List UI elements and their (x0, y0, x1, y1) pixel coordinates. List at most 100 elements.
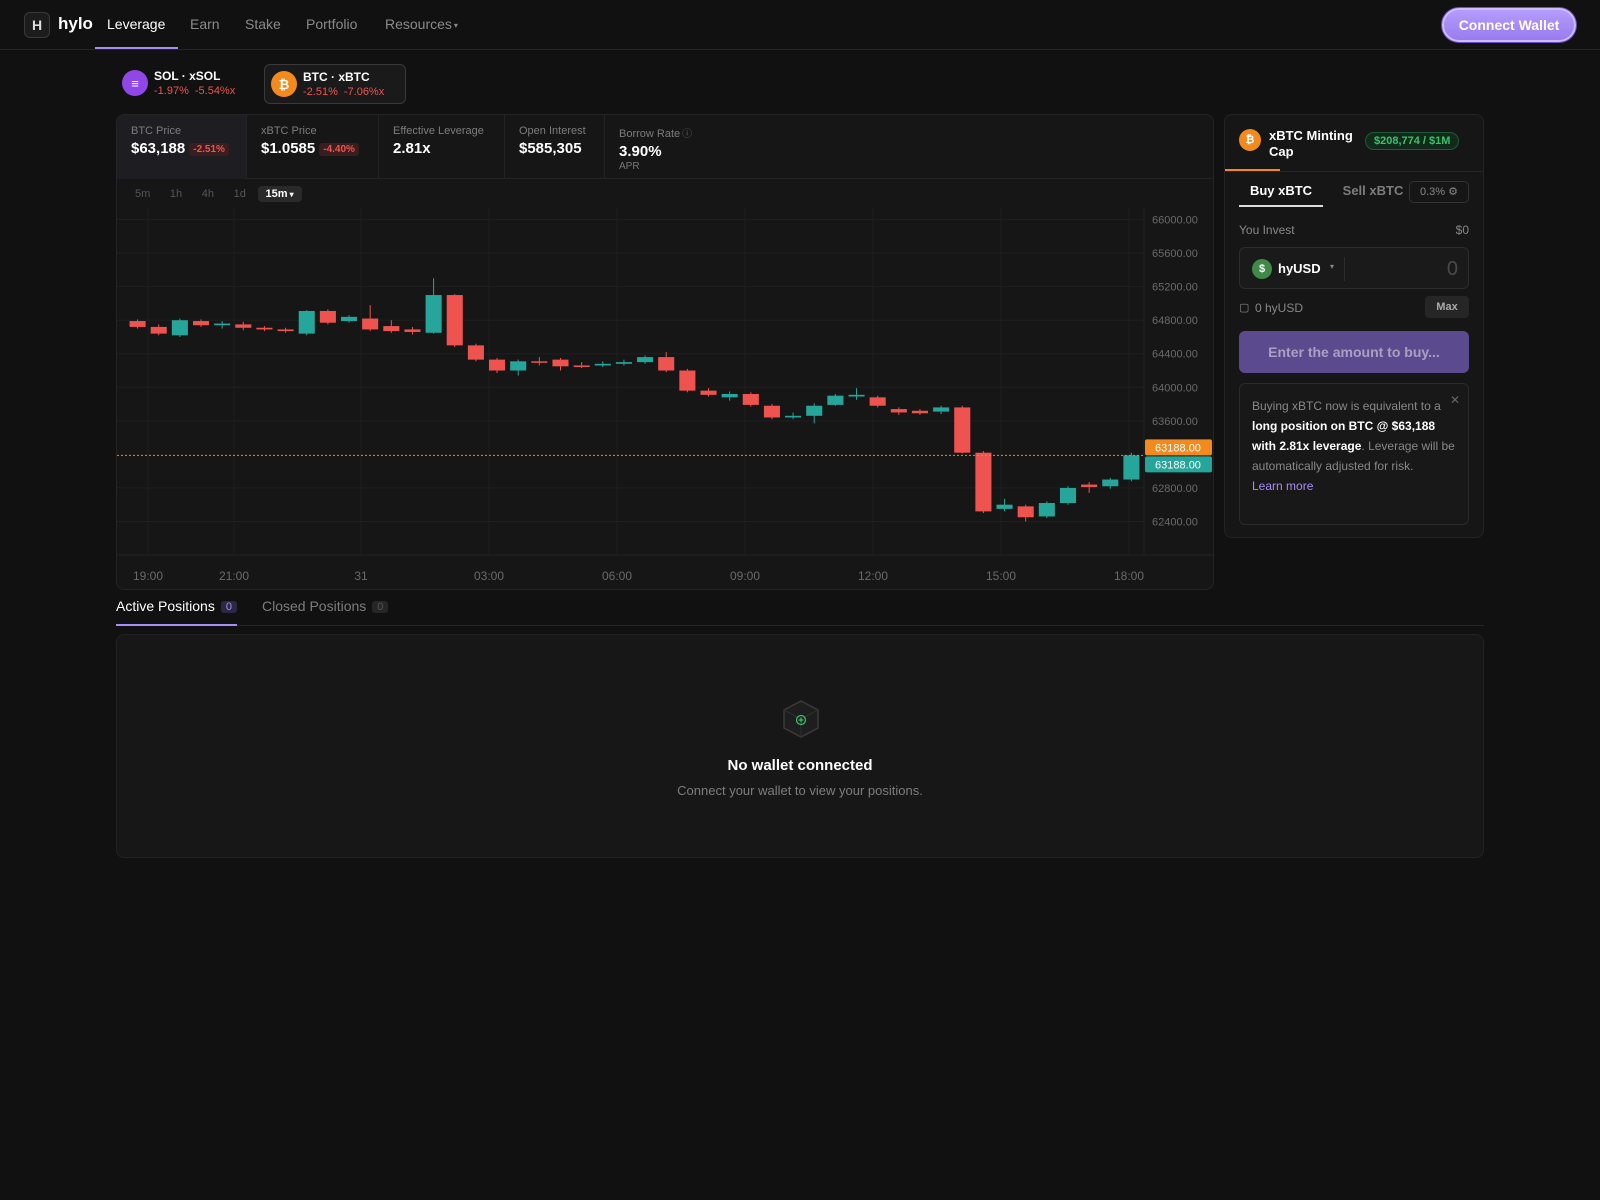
chevron-down-icon: ▾ (289, 189, 294, 199)
candle-body (1102, 479, 1119, 487)
info-icon[interactable]: ⓘ (682, 129, 692, 140)
candle-body (531, 361, 548, 363)
candle-body (214, 323, 231, 326)
stat-label: Open Interest (519, 125, 586, 137)
empty-subtitle: Connect your wallet to view your positio… (677, 783, 923, 798)
xbtc-price-value: $1.0585 (261, 140, 316, 157)
connect-wallet-button[interactable]: Connect Wallet (1442, 8, 1576, 42)
tf-5m[interactable]: 5m (127, 186, 158, 202)
x-tick-label: 18:00 (1114, 569, 1144, 583)
x-tick-label: 03:00 (474, 569, 504, 583)
candle-body (340, 316, 358, 322)
tf-1d[interactable]: 1d (226, 186, 254, 202)
change-badge: -2.51% (189, 142, 229, 156)
market-name: BTC · xBTC (303, 70, 370, 84)
nav-active-indicator (95, 47, 178, 49)
y-tick-label: 64800.00 (1152, 315, 1198, 327)
invest-label: You Invest (1239, 223, 1295, 237)
candle-body (129, 321, 146, 327)
chevron-down-icon[interactable]: ▾ (1330, 262, 1334, 271)
market-btc[interactable]: ₿ BTC · xBTC -2.51% -7.06%x (264, 64, 406, 104)
nav-earn[interactable]: Earn (190, 16, 220, 32)
tab-buy-xbtc[interactable]: Buy xBTC (1239, 177, 1323, 207)
tf-1h[interactable]: 1h (162, 186, 190, 202)
x-tick-label: 15:00 (986, 569, 1016, 583)
market-change: -1.97% -5.54%x (154, 85, 235, 97)
token-select[interactable]: hyUSD (1278, 261, 1321, 276)
candle-body (192, 321, 210, 326)
buy-submit-button[interactable]: Enter the amount to buy... (1239, 331, 1469, 373)
market-change-2: -5.54%x (194, 85, 236, 97)
gear-icon: ⚙ (1448, 186, 1458, 198)
y-tick-label: 62400.00 (1152, 516, 1198, 528)
candle-body (594, 363, 611, 366)
candle-body (277, 329, 294, 332)
candle-body (933, 407, 950, 412)
candle-body (700, 390, 717, 395)
tf-4h[interactable]: 4h (194, 186, 222, 202)
candle-body (1123, 455, 1140, 480)
hyusd-icon[interactable]: $ (1252, 259, 1272, 279)
tab-label: Active Positions (116, 598, 215, 614)
close-icon[interactable]: ✕ (1450, 390, 1460, 410)
amount-input[interactable] (1348, 256, 1458, 282)
candle-body (573, 365, 590, 367)
learn-more-link[interactable]: Learn more (1252, 479, 1313, 493)
candle-body (319, 310, 336, 323)
candle-body (975, 452, 992, 512)
tab-sell-xbtc[interactable]: Sell xBTC (1331, 177, 1415, 207)
y-tick-label: 66000.00 (1152, 215, 1198, 227)
market-change: -2.51% -7.06%x (303, 86, 384, 98)
slippage-button[interactable]: 0.3% ⚙ (1409, 181, 1469, 203)
nav-resources[interactable]: Resources ▾ (385, 16, 458, 32)
candle-body (848, 394, 865, 397)
x-tick-label: 09:00 (730, 569, 760, 583)
candle-body (658, 357, 675, 371)
candle-body (1059, 487, 1077, 504)
candle-body (1081, 484, 1098, 488)
top-nav: H hylo Leverage Earn Stake Portfolio Res… (0, 0, 1600, 50)
tf-15m[interactable]: 15m ▾ (257, 186, 302, 202)
stat-value: $585,305 (519, 140, 582, 157)
nav-leverage[interactable]: Leverage (107, 16, 165, 32)
candlestick-chart[interactable]: 66000.00 65600.00 65200.00 64800.00 64400.00… (117, 207, 1213, 590)
candle-body (235, 324, 252, 328)
brand-name[interactable]: hylo (58, 14, 93, 34)
positions-empty-state: No wallet connected Connect your wallet … (116, 634, 1484, 858)
nav-resources-label: Resources (385, 16, 452, 32)
count-badge: 0 (372, 601, 389, 613)
balance-text: 0 hyUSD (1255, 301, 1304, 315)
max-button[interactable]: Max (1425, 296, 1469, 318)
stat-value: 3.90% (619, 143, 662, 160)
tab-closed-positions[interactable]: Closed Positions 0 (262, 598, 389, 624)
stat-xbtc-price: xBTC Price $1.0585 -4.40% (247, 115, 379, 179)
market-sol[interactable]: ≡ SOL · xSOL -1.97% -5.54%x (116, 64, 256, 104)
y-tick-label: 64400.00 (1152, 349, 1198, 361)
tab-label: Closed Positions (262, 598, 367, 614)
candle-body (256, 327, 273, 330)
stat-label: xBTC Price (261, 125, 317, 137)
candle-body (298, 310, 315, 334)
chevron-down-icon: ▾ (453, 20, 458, 30)
candle-body (763, 405, 780, 418)
candle-body (615, 362, 632, 364)
y-tick-label: 65600.00 (1152, 248, 1198, 260)
stat-label: Borrow Rate ⓘ (619, 125, 711, 140)
candle-body (721, 393, 738, 398)
leverage-notice: ✕ Buying xBTC now is equivalent to a lon… (1239, 383, 1469, 525)
minting-cap-badge: $208,774 / $1M (1365, 132, 1460, 150)
stat-open-interest: Open Interest $585,305 (505, 115, 605, 179)
tab-active-positions[interactable]: Active Positions 0 (116, 598, 237, 626)
nav-portfolio[interactable]: Portfolio (306, 16, 357, 32)
market-name: SOL · xSOL (154, 69, 221, 83)
logo-icon[interactable]: H (24, 12, 50, 38)
candle-body (362, 318, 379, 330)
stat-btc-price: BTC Price $63,188 -2.51% (117, 115, 247, 179)
divider (1225, 171, 1483, 172)
last-price-label: 63188.00 (1155, 442, 1201, 454)
invest-box: $ hyUSD ▾ (1239, 247, 1469, 289)
nav-stake[interactable]: Stake (245, 16, 281, 32)
market-change-1: -2.51% (303, 86, 338, 98)
y-tick-label: 63600.00 (1152, 416, 1198, 428)
slippage-value: 0.3% (1419, 186, 1446, 198)
